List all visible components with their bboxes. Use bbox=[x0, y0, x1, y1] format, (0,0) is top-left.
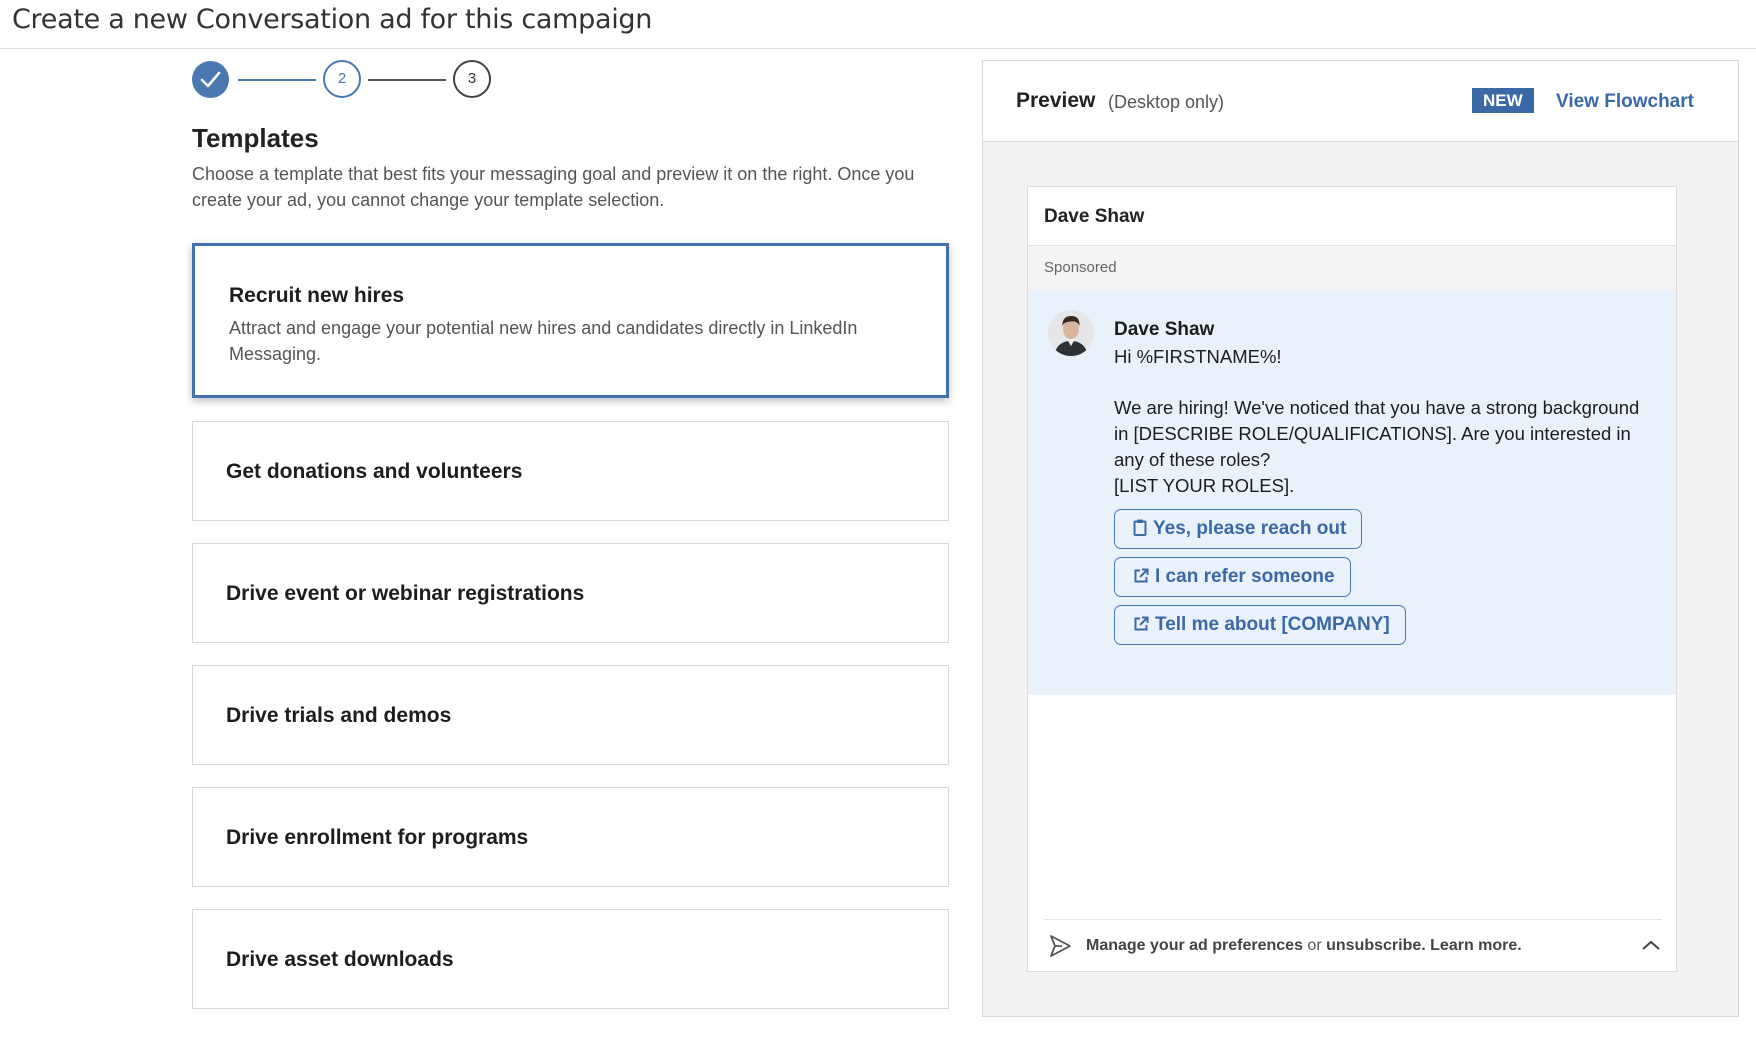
checkmark-icon bbox=[200, 71, 221, 88]
template-description: Attract and engage your potential new hi… bbox=[229, 318, 858, 364]
template-title: Drive enrollment for programs bbox=[226, 826, 529, 849]
new-badge: NEW bbox=[1472, 88, 1534, 113]
template-drive-asset-downloads[interactable]: Drive asset downloads bbox=[192, 909, 949, 1009]
unsubscribe-link[interactable]: unsubscribe. bbox=[1326, 937, 1426, 954]
cta-yes-please-reach-out-button[interactable]: Yes, please reach out bbox=[1114, 509, 1363, 549]
message-greeting: Hi %FIRSTNAME%! bbox=[1114, 346, 1282, 367]
external-link-icon bbox=[1133, 560, 1149, 597]
cta-label: Tell me about [COMPANY] bbox=[1155, 614, 1390, 635]
preview-title: Preview bbox=[1016, 89, 1096, 112]
footer-or: or bbox=[1307, 937, 1322, 954]
avatar bbox=[1048, 310, 1094, 356]
message-text: Hi %FIRSTNAME%! We are hiring! We've not… bbox=[1114, 344, 1649, 498]
template-title: Drive asset downloads bbox=[226, 948, 454, 971]
sender-name: Dave Shaw bbox=[1044, 206, 1145, 227]
step-connector bbox=[368, 79, 446, 81]
cta-tell-me-about-company-button[interactable]: Tell me about [COMPANY] bbox=[1114, 605, 1406, 645]
message-roles: [LIST YOUR ROLES]. bbox=[1114, 474, 1295, 496]
sponsored-label: Sponsored bbox=[1044, 259, 1117, 276]
person-avatar-icon bbox=[1048, 310, 1094, 356]
message-footer: Manage your ad preferences or unsubscrib… bbox=[1044, 919, 1662, 972]
template-drive-trials-demos[interactable]: Drive trials and demos bbox=[192, 665, 949, 765]
templates-description: Choose a template that best fits your me… bbox=[192, 164, 915, 210]
cta-i-can-refer-someone-button[interactable]: I can refer someone bbox=[1114, 557, 1351, 597]
step-1-completed[interactable] bbox=[192, 61, 229, 98]
manage-ad-preferences-link[interactable]: Manage your ad preferences bbox=[1086, 937, 1303, 954]
sender-bar: Dave Shaw bbox=[1028, 187, 1676, 246]
template-title: Drive event or webinar registrations bbox=[226, 582, 585, 605]
external-link-icon bbox=[1133, 608, 1149, 645]
cta-label: Yes, please reach out bbox=[1153, 518, 1347, 539]
send-icon bbox=[1048, 934, 1072, 963]
message-body: Dave Shaw Hi %FIRSTNAME%! We are hiring!… bbox=[1028, 290, 1676, 695]
view-flowchart-link[interactable]: View Flowchart bbox=[1556, 91, 1694, 113]
template-title: Get donations and volunteers bbox=[226, 460, 523, 483]
page-header: Create a new Conversation ad for this ca… bbox=[0, 0, 1756, 49]
message-sender: Dave Shaw bbox=[1114, 319, 1215, 340]
clipboard-icon bbox=[1133, 512, 1147, 549]
template-drive-event-registrations[interactable]: Drive event or webinar registrations bbox=[192, 543, 949, 643]
sponsored-row: Sponsored bbox=[1028, 246, 1676, 290]
templates-heading: Templates bbox=[192, 123, 319, 153]
chevron-up-icon[interactable] bbox=[1641, 938, 1661, 956]
step-2-current[interactable]: 2 bbox=[323, 60, 361, 98]
step-3-upcoming[interactable]: 3 bbox=[453, 60, 491, 98]
page-title: Create a new Conversation ad for this ca… bbox=[12, 4, 653, 35]
template-title: Recruit new hires bbox=[229, 284, 405, 307]
cta-label: I can refer someone bbox=[1155, 566, 1335, 587]
learn-more-link[interactable]: Learn more. bbox=[1430, 937, 1522, 954]
preview-panel: Preview (Desktop only) NEW View Flowchar… bbox=[982, 60, 1739, 1017]
message-preview-card: Dave Shaw Sponsored Dave Shaw Hi %FIRSTN… bbox=[1027, 186, 1677, 972]
template-recruit-new-hires[interactable]: Recruit new hires Attract and engage you… bbox=[192, 243, 949, 398]
progress-stepper: 2 3 bbox=[192, 60, 492, 98]
message-body-text: We are hiring! We've noticed that you ha… bbox=[1114, 397, 1640, 470]
template-get-donations[interactable]: Get donations and volunteers bbox=[192, 421, 949, 521]
template-title: Drive trials and demos bbox=[226, 704, 452, 727]
preview-subtitle: (Desktop only) bbox=[1108, 92, 1225, 112]
step-connector bbox=[238, 79, 316, 81]
template-drive-enrollment[interactable]: Drive enrollment for programs bbox=[192, 787, 949, 887]
footer-text: Manage your ad preferences or unsubscrib… bbox=[1086, 937, 1522, 955]
preview-header: Preview (Desktop only) NEW View Flowchar… bbox=[983, 61, 1738, 142]
